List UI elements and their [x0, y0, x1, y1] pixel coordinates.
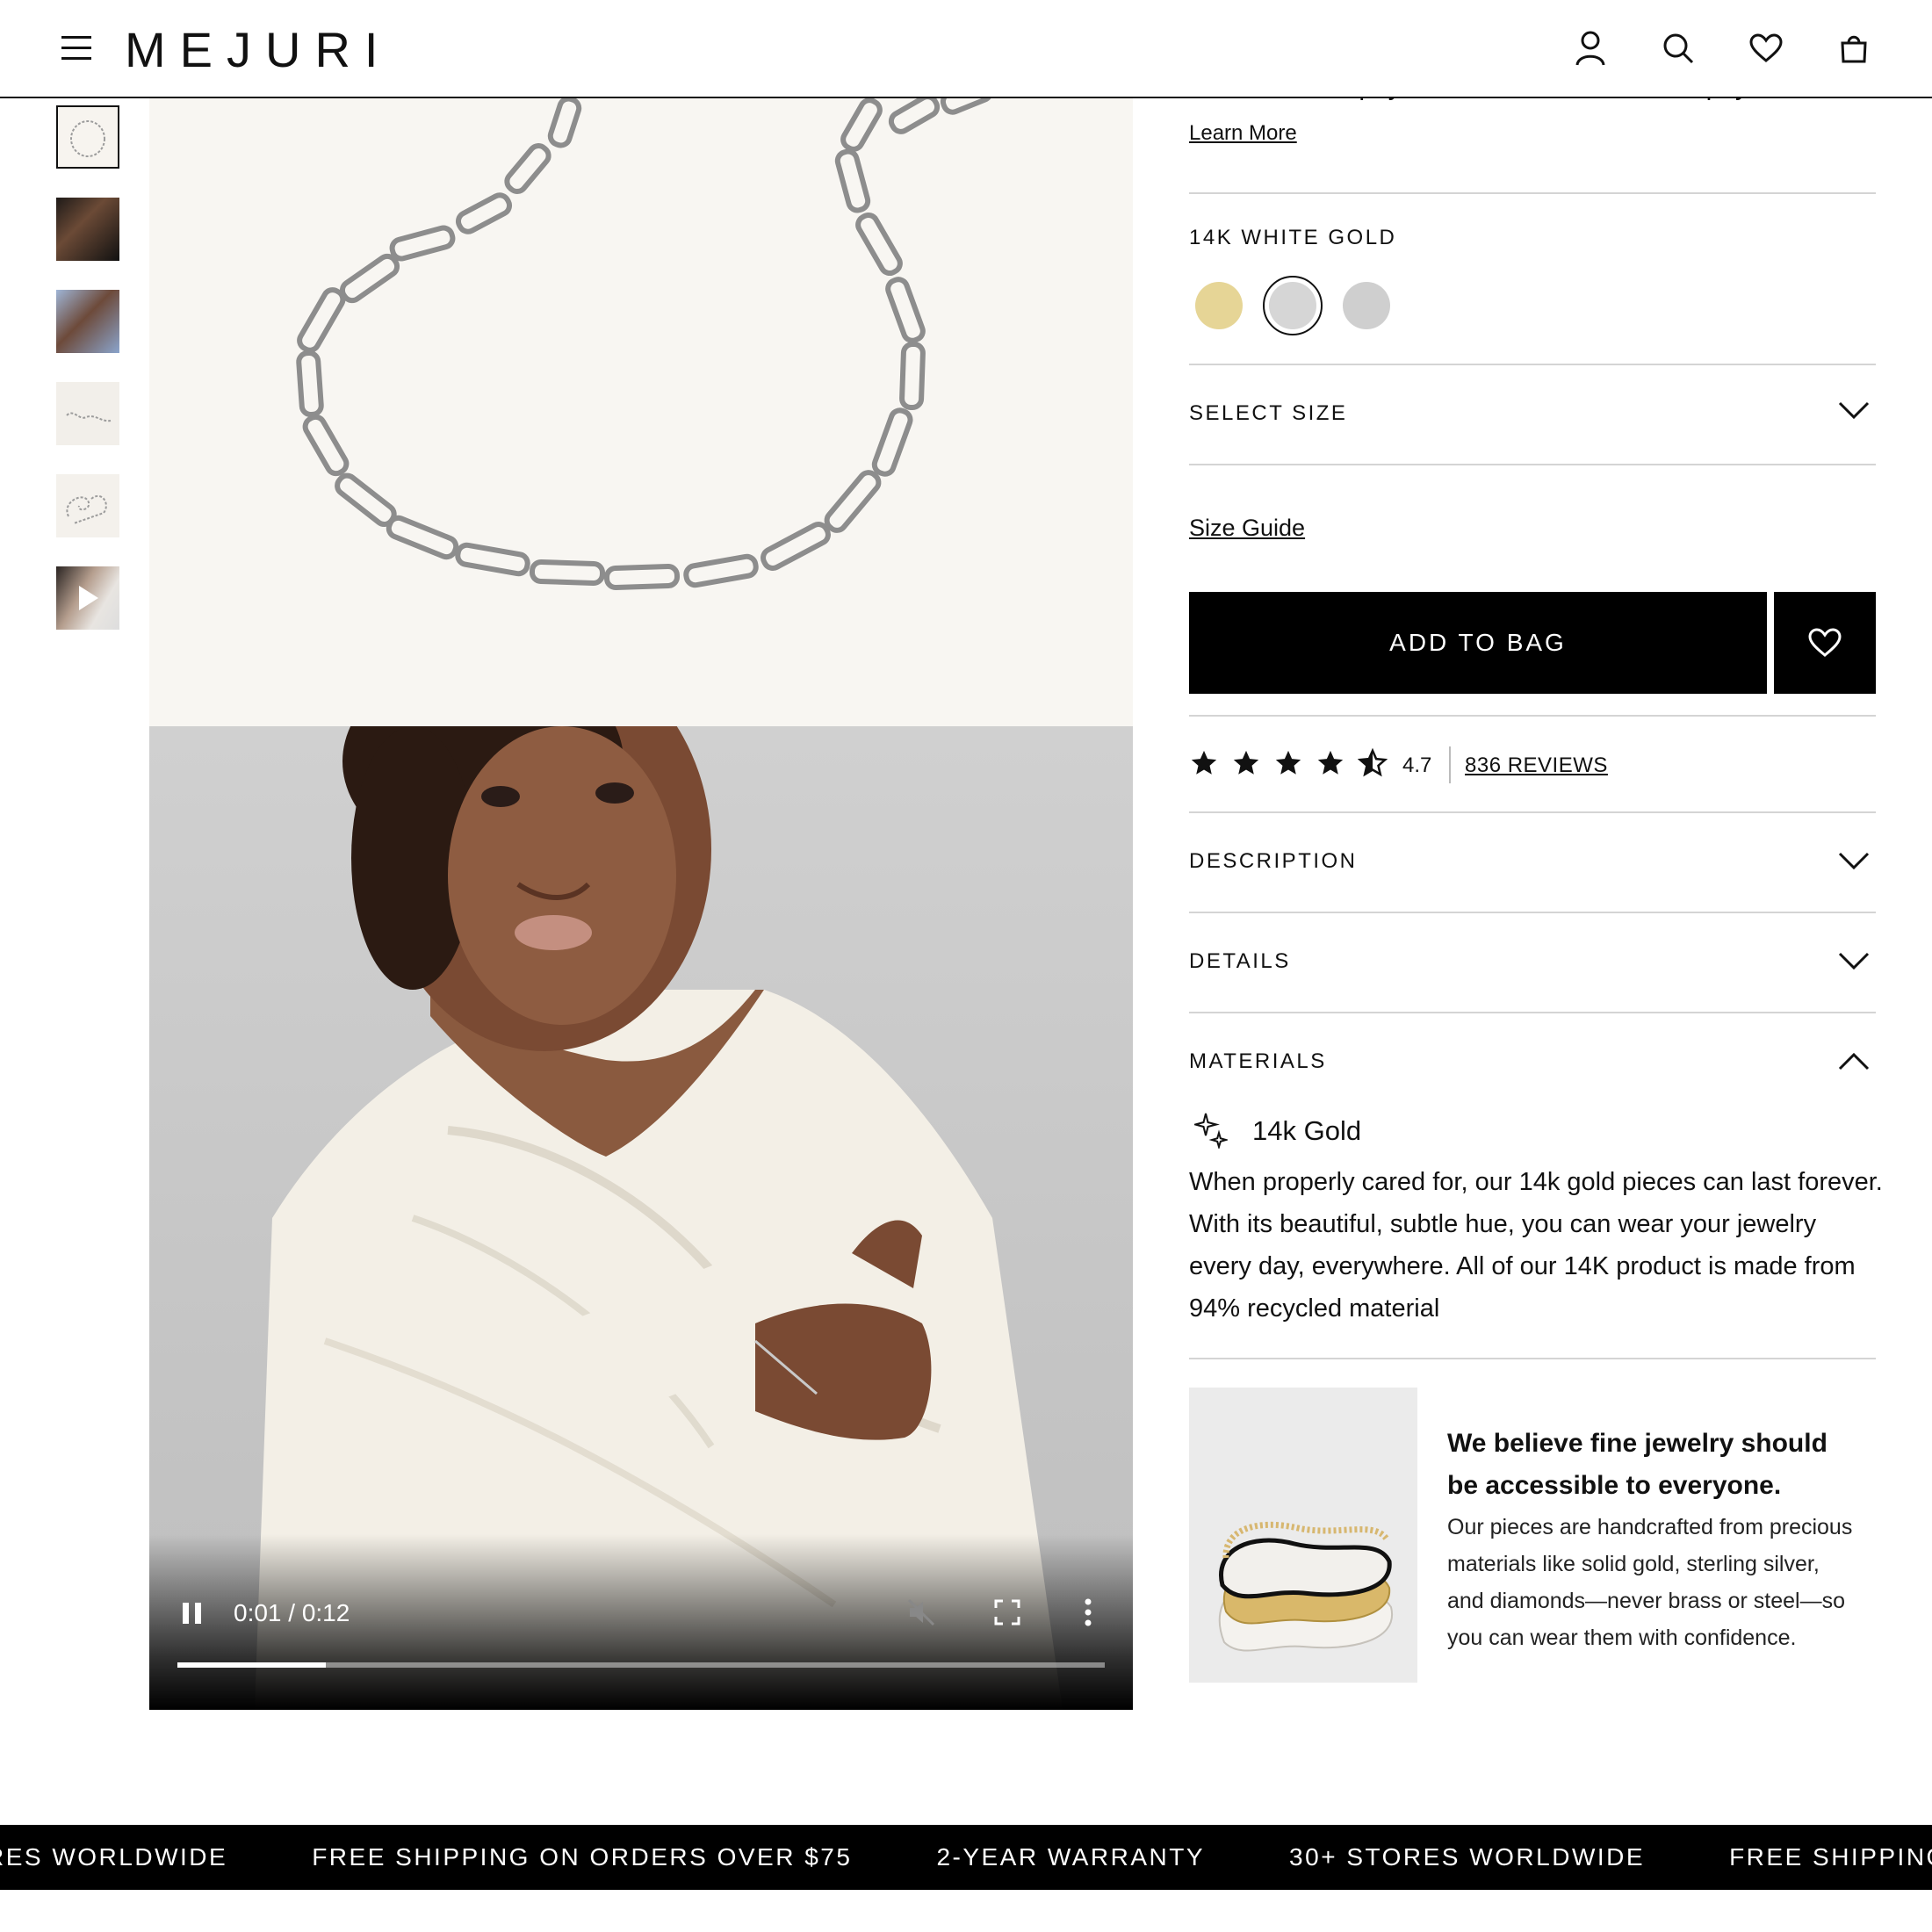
select-size-dropdown[interactable]: SELECT SIZE	[1189, 401, 1347, 426]
accordion-details[interactable]: DETAILS	[1189, 949, 1291, 974]
product-image-chain[interactable]	[149, 98, 1133, 726]
marquee-item: FREE SHIPPING ON ORDERS OVER $75	[312, 1843, 853, 1871]
wishlist-heart-icon[interactable]	[1749, 26, 1783, 70]
chevron-down-icon[interactable]	[1838, 951, 1870, 975]
account-icon[interactable]	[1574, 26, 1607, 70]
rating-value: 4.7	[1402, 753, 1432, 777]
brand-logo[interactable]: MEJURI	[125, 21, 392, 78]
material-title: 14k Gold	[1252, 1115, 1362, 1146]
pause-icon[interactable]	[183, 1603, 202, 1624]
star-icon	[1275, 750, 1301, 775]
video-progress-bar[interactable]	[177, 1662, 1105, 1668]
video-progress-fill	[177, 1662, 326, 1668]
accordion-description[interactable]: DESCRIPTION	[1189, 849, 1358, 874]
promo-body: Our pieces are handcrafted from precious…	[1447, 1515, 1853, 1650]
divider	[1189, 912, 1876, 913]
more-options-icon[interactable]	[1084, 1597, 1092, 1632]
material-label: 14K WHITE GOLD	[1189, 226, 1397, 249]
material-description: When properly cared for, our 14k gold pi…	[1189, 1168, 1883, 1323]
learn-more-link[interactable]: Learn More	[1189, 121, 1297, 146]
shopping-bag-icon[interactable]	[1837, 26, 1871, 70]
search-icon[interactable]	[1662, 26, 1695, 70]
marquee-item: RES WORLDWIDE	[0, 1843, 228, 1871]
swatch-silver[interactable]	[1343, 282, 1390, 329]
divider	[1189, 715, 1876, 717]
star-icon	[1191, 750, 1217, 775]
divider	[1189, 464, 1876, 465]
marquee-item: 2-YEAR WARRANTY	[936, 1843, 1206, 1871]
swatch-yellow-gold[interactable]	[1195, 282, 1243, 329]
promo-headline: We believe fine jewelry should be access…	[1447, 1429, 1827, 1500]
sparkle-icon	[1192, 1112, 1229, 1153]
marquee-item: 30+ STORES WORLDWIDE	[1289, 1843, 1646, 1871]
muted-speaker-icon[interactable]	[906, 1597, 936, 1632]
star-icon	[1317, 750, 1344, 775]
marquee-item: FREE SHIPPING ON ORDERS OVER $75	[1729, 1843, 1932, 1871]
swatch-white-gold[interactable]	[1269, 282, 1316, 329]
video-time: 0:01 / 0:12	[234, 1599, 350, 1626]
thumbnail-chain-coiled[interactable]	[56, 474, 119, 537]
divider	[1189, 364, 1876, 365]
play-icon	[79, 586, 98, 610]
divider	[1189, 1358, 1876, 1359]
site-header: MEJURI	[0, 0, 1932, 98]
thumbnail-rail	[56, 105, 119, 659]
divider	[1189, 811, 1876, 813]
reviews-link[interactable]: 836 REVIEWS	[1465, 753, 1608, 778]
header-icons	[1574, 26, 1871, 70]
divider	[1189, 192, 1876, 194]
thumbnail-chain-flat[interactable]	[56, 382, 119, 445]
thumbnail-chain-product[interactable]	[56, 105, 119, 169]
rating-separator	[1449, 746, 1451, 783]
add-to-wishlist-button[interactable]	[1774, 592, 1876, 694]
promo-rings-image	[1189, 1388, 1417, 1683]
thumbnail-video[interactable]	[56, 566, 119, 630]
chevron-up-icon[interactable]	[1838, 1052, 1870, 1076]
add-to-bag-button[interactable]: ADD TO BAG	[1189, 592, 1767, 694]
accordion-materials[interactable]: MATERIALS	[1189, 1049, 1327, 1074]
thumbnail-model-blue-shirt[interactable]	[56, 290, 119, 353]
benefits-marquee: RES WORLDWIDE FREE SHIPPING ON ORDERS OV…	[0, 1825, 1932, 1890]
divider	[1189, 1012, 1876, 1013]
hamburger-menu-icon[interactable]	[61, 36, 91, 61]
rating-stars	[1189, 748, 1388, 778]
chevron-down-icon[interactable]	[1838, 400, 1870, 424]
star-icon	[1233, 750, 1259, 775]
thumbnail-model-dark[interactable]	[56, 198, 119, 261]
heart-icon	[1808, 628, 1842, 657]
video-controls: 0:01 / 0:12	[149, 1587, 1133, 1710]
size-guide-link[interactable]: Size Guide	[1189, 515, 1305, 542]
half-star-icon	[1358, 748, 1388, 777]
fullscreen-icon[interactable]	[994, 1599, 1020, 1630]
marquee-track: RES WORLDWIDE FREE SHIPPING ON ORDERS OV…	[0, 1825, 1932, 1890]
product-video[interactable]: 0:01 / 0:12	[149, 726, 1133, 1710]
chevron-down-icon[interactable]	[1838, 851, 1870, 875]
